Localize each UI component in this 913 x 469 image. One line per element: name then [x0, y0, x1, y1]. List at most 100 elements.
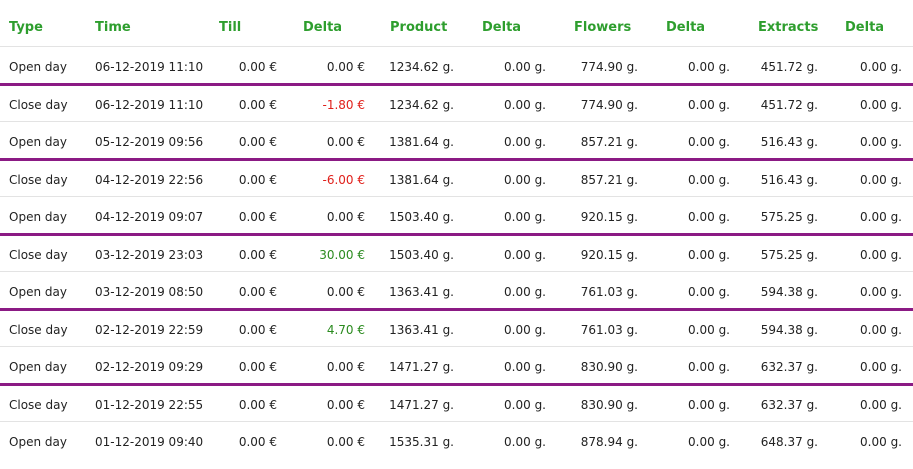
cell-product: 1381.64 g. [389, 135, 454, 149]
cell-extracts: 632.37 g. [760, 398, 818, 412]
cell-delta-extracts: 0.00 g. [860, 398, 902, 412]
cell-flowers: 774.90 g. [580, 60, 638, 74]
cell-time: 02-12-2019 22:59 [95, 323, 204, 337]
cell-delta-till: 0.00 € [326, 60, 365, 74]
cell-product: 1363.41 g. [389, 285, 454, 299]
table-row: Open day 06-12-2019 11:10 0.00 € 0.00 € 1234… [0, 47, 913, 84]
cell-flowers: 761.03 g. [580, 285, 638, 299]
cell-flowers: 857.21 g. [580, 173, 638, 187]
cell-delta-extracts: 0.00 g. [860, 323, 902, 337]
cell-delta-flowers: 0.00 g. [688, 398, 730, 412]
cell-extracts: 516.43 g. [760, 135, 818, 149]
cell-type: Close day [9, 248, 68, 262]
cell-delta-flowers: 0.00 g. [688, 173, 730, 187]
cell-flowers: 761.03 g. [580, 323, 638, 337]
cell-product: 1471.27 g. [389, 360, 454, 374]
header-flowers: Flowers [574, 20, 632, 35]
cell-type: Open day [9, 285, 67, 299]
cell-delta-flowers: 0.00 g. [688, 323, 730, 337]
cell-delta-product: 0.00 g. [504, 173, 546, 187]
table-row: Open day 05-12-2019 09:56 0.00 € 0.00 € 1381… [0, 122, 913, 159]
cell-product: 1363.41 g. [389, 323, 454, 337]
cell-delta-flowers: 0.00 g. [688, 248, 730, 262]
cell-type: Close day [9, 398, 68, 412]
header-product: Product [390, 20, 448, 35]
header-till: Till [219, 20, 242, 35]
cell-product: 1234.62 g. [389, 98, 454, 112]
cell-till: 0.00 € [238, 98, 277, 112]
cell-till: 0.00 € [238, 248, 277, 262]
cell-flowers: 830.90 g. [580, 398, 638, 412]
cell-time: 05-12-2019 09:56 [95, 135, 204, 149]
cell-delta-extracts: 0.00 g. [860, 435, 902, 449]
cell-type: Open day [9, 60, 67, 74]
cell-type: Open day [9, 360, 67, 374]
cell-delta-product: 0.00 g. [504, 323, 546, 337]
header-delta-till: Delta [303, 20, 343, 35]
cell-till: 0.00 € [238, 285, 277, 299]
cell-delta-till: 30.00 € [319, 248, 365, 262]
table-row: Close day 06-12-2019 11:10 0.00 € -1.80 € 12… [0, 85, 913, 122]
cell-delta-flowers: 0.00 g. [688, 60, 730, 74]
cell-delta-product: 0.00 g. [504, 435, 546, 449]
cell-type: Close day [9, 173, 68, 187]
cell-extracts: 451.72 g. [760, 60, 818, 74]
cell-delta-extracts: 0.00 g. [860, 248, 902, 262]
cell-delta-till: 0.00 € [326, 435, 365, 449]
cell-extracts: 575.25 g. [760, 248, 818, 262]
cell-flowers: 920.15 g. [580, 248, 638, 262]
cell-type: Close day [9, 323, 68, 337]
header-time: Time [95, 20, 131, 35]
header-type: Type [9, 20, 43, 35]
cell-type: Close day [9, 98, 68, 112]
cell-delta-product: 0.00 g. [504, 360, 546, 374]
table-row: Open day 04-12-2019 09:07 0.00 € 0.00 € 1503… [0, 197, 913, 234]
cell-flowers: 920.15 g. [580, 210, 638, 224]
cell-time: 02-12-2019 09:29 [95, 360, 204, 374]
cell-till: 0.00 € [238, 135, 277, 149]
cell-extracts: 632.37 g. [760, 360, 818, 374]
table-row: Open day 03-12-2019 08:50 0.00 € 0.00 € 1363… [0, 272, 913, 309]
cell-type: Open day [9, 435, 67, 449]
cell-time: 01-12-2019 22:55 [95, 398, 204, 412]
cell-delta-product: 0.00 g. [504, 398, 546, 412]
cell-till: 0.00 € [238, 435, 277, 449]
cell-time: 04-12-2019 09:07 [95, 210, 204, 224]
cell-delta-till: 0.00 € [326, 398, 365, 412]
cell-delta-flowers: 0.00 g. [688, 98, 730, 112]
cell-extracts: 516.43 g. [760, 173, 818, 187]
cell-flowers: 774.90 g. [580, 98, 638, 112]
cell-delta-extracts: 0.00 g. [860, 285, 902, 299]
cell-time: 03-12-2019 23:03 [95, 248, 204, 262]
header-delta-extracts: Delta [845, 20, 885, 35]
cell-product: 1503.40 g. [389, 210, 454, 224]
cell-product: 1381.64 g. [389, 173, 454, 187]
cell-product: 1471.27 g. [389, 398, 454, 412]
cell-till: 0.00 € [238, 323, 277, 337]
cell-extracts: 451.72 g. [760, 98, 818, 112]
cell-type: Open day [9, 135, 67, 149]
header-delta-product: Delta [482, 20, 522, 35]
cell-time: 03-12-2019 08:50 [95, 285, 204, 299]
table-row: Open day 02-12-2019 09:29 0.00 € 0.00 € 1471… [0, 347, 913, 384]
cell-till: 0.00 € [238, 173, 277, 187]
table-header: Type Time Till Delta Product Delta Flowe… [0, 0, 913, 47]
cell-delta-product: 0.00 g. [504, 60, 546, 74]
cell-extracts: 594.38 g. [760, 285, 818, 299]
cell-delta-till: -6.00 € [322, 173, 366, 187]
cell-delta-flowers: 0.00 g. [688, 210, 730, 224]
table-row: Close day 04-12-2019 22:56 0.00 € -6.00 € 13… [0, 160, 913, 197]
cell-delta-extracts: 0.00 g. [860, 98, 902, 112]
cell-delta-till: 4.70 € [326, 323, 365, 337]
cell-delta-extracts: 0.00 g. [860, 210, 902, 224]
header-delta-flowers: Delta [666, 20, 706, 35]
cell-time: 06-12-2019 11:10 [95, 98, 204, 112]
cell-flowers: 830.90 g. [580, 360, 638, 374]
cell-delta-product: 0.00 g. [504, 248, 546, 262]
cell-product: 1535.31 g. [389, 435, 454, 449]
cell-delta-extracts: 0.00 g. [860, 173, 902, 187]
cell-till: 0.00 € [238, 398, 277, 412]
cell-till: 0.00 € [238, 210, 277, 224]
cell-delta-till: -1.80 € [322, 98, 366, 112]
table-row: Close day 02-12-2019 22:59 0.00 € 4.70 € 136… [0, 310, 913, 347]
